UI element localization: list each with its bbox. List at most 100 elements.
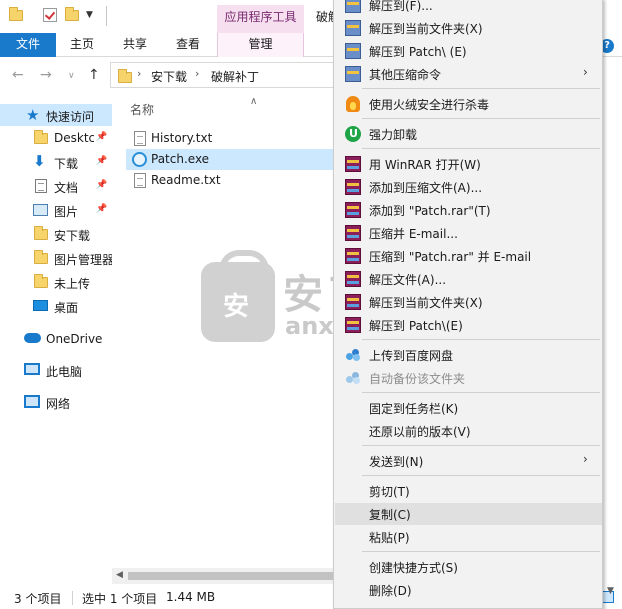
recent-locations-chevron-icon[interactable]: ∨ xyxy=(68,71,75,81)
file-row[interactable]: History.txt xyxy=(126,128,335,149)
menu-item-force-uninstall[interactable]: 强力卸载 xyxy=(335,123,602,145)
context-menu: 解压到(F)... 解压到当前文件夹(X) 解压到 Patch\ (E) 其他压… xyxy=(333,0,603,609)
scroll-down-arrow-icon[interactable]: ▼ xyxy=(607,586,614,596)
properties-check-icon[interactable] xyxy=(42,7,58,23)
customize-quick-access-dropdown-icon[interactable]: ▼ xyxy=(86,10,93,20)
vertical-scrollbar[interactable]: ▼ xyxy=(603,92,622,596)
menu-item-paste[interactable]: 粘贴(P) xyxy=(335,526,602,548)
nav-item-not-uploaded[interactable]: 未上传 xyxy=(0,271,112,293)
menu-item-compress-to-patch-rar-email[interactable]: 压缩到 "Patch.rar" 并 E-mail xyxy=(335,245,602,267)
pin-icon: 📌 xyxy=(96,180,108,190)
menu-item-copy[interactable]: 复制(C) xyxy=(335,503,602,525)
menu-item-label: 发送到(N) xyxy=(369,455,424,469)
onedrive-icon xyxy=(24,333,41,343)
nav-item-pictures[interactable]: 图片 📌 xyxy=(0,199,112,221)
menu-item-delete[interactable]: 删除(D) xyxy=(335,579,602,601)
nav-label: 网络 xyxy=(46,397,71,411)
menu-item-add-to-archive[interactable]: 添加到压缩文件(A)... xyxy=(335,176,602,198)
winrar-icon xyxy=(345,248,361,264)
menu-item-label: 解压到(F)... xyxy=(369,0,433,13)
nav-item-downloads[interactable]: ⬇ 下载 📌 xyxy=(0,151,112,173)
menu-item-label: 用 WinRAR 打开(W) xyxy=(369,158,481,172)
menu-item-label: 解压到 Patch\(E) xyxy=(369,319,463,333)
menu-separator xyxy=(362,445,600,446)
tab-share[interactable]: 共享 xyxy=(123,33,147,57)
file-name: Readme.txt xyxy=(151,173,221,187)
menu-item-other-compress-commands[interactable]: 其他压缩命令 › xyxy=(335,63,602,85)
chevron-right-icon[interactable]: › xyxy=(137,67,141,80)
nav-item-this-pc[interactable]: 此电脑 xyxy=(0,359,112,381)
status-separator xyxy=(72,591,73,605)
folder-icon xyxy=(117,69,133,83)
menu-item-extract-here[interactable]: 解压到当前文件夹(X) xyxy=(335,17,602,39)
document-icon xyxy=(35,179,47,193)
uninstall-icon xyxy=(345,126,361,142)
menu-item-extract-files[interactable]: 解压文件(A)... xyxy=(335,268,602,290)
back-arrow-icon[interactable]: ← xyxy=(12,67,24,83)
menu-item-huorong-scan[interactable]: 使用火绒安全进行杀毒 xyxy=(335,93,602,115)
column-header-name[interactable]: 名称 xyxy=(130,101,154,118)
menu-item-send-to[interactable]: 发送到(N) › xyxy=(335,450,602,472)
winrar-icon xyxy=(345,294,361,310)
menu-item-open-with-winrar[interactable]: 用 WinRAR 打开(W) xyxy=(335,153,602,175)
nav-item-desktop-folder[interactable]: 桌面 xyxy=(0,295,112,317)
menu-item-extract-to-patch-folder[interactable]: 解压到 Patch\(E) xyxy=(335,314,602,336)
menu-item-label: 粘贴(P) xyxy=(369,531,410,545)
horizontal-scrollbar[interactable]: ◀ xyxy=(112,568,335,584)
network-icon xyxy=(24,395,40,408)
nav-item-anxiazai[interactable]: 安下载 xyxy=(0,223,112,245)
tab-home[interactable]: 主页 xyxy=(70,33,94,57)
menu-item-upload-baidu[interactable]: 上传到百度网盘 xyxy=(335,344,602,366)
contextual-tab-app-tools: 应用程序工具 xyxy=(217,5,304,33)
nav-item-quick-access[interactable]: ★ 快速访问 xyxy=(0,104,112,126)
tab-view[interactable]: 查看 xyxy=(176,33,200,57)
menu-item-label: 自动备份该文件夹 xyxy=(369,372,466,386)
menu-item-create-shortcut[interactable]: 创建快捷方式(S) xyxy=(335,556,602,578)
scroll-left-arrow-icon[interactable]: ◀ xyxy=(116,570,123,580)
navigation-pane: ★ 快速访问 Desktc 📌 ⬇ 下载 📌 文档 📌 图片 📌 安下载 图片管… xyxy=(0,96,114,586)
menu-item-extract-to-folder[interactable]: 解压到 Patch\ (E) xyxy=(335,40,602,62)
file-name: History.txt xyxy=(151,131,213,145)
zip-icon xyxy=(345,43,361,59)
address-bar[interactable]: › 安下载 › 破解补丁 xyxy=(110,62,340,88)
winrar-icon xyxy=(345,271,361,287)
zip-icon xyxy=(345,66,361,82)
tab-manage[interactable]: 管理 xyxy=(217,33,304,57)
file-name: Patch.exe xyxy=(151,152,210,166)
menu-item-pin-to-taskbar[interactable]: 固定到任务栏(K) xyxy=(335,397,602,419)
breadcrumb-item[interactable]: 破解补丁 xyxy=(211,68,259,85)
menu-item-compress-and-email[interactable]: 压缩并 E-mail... xyxy=(335,222,602,244)
menu-item-extract-to[interactable]: 解压到(F)... xyxy=(335,0,602,16)
tab-file[interactable]: 文件 xyxy=(0,33,56,57)
winrar-icon xyxy=(345,202,361,218)
file-row[interactable]: Readme.txt xyxy=(126,170,335,191)
up-arrow-icon[interactable]: ↑ xyxy=(88,67,100,83)
menu-item-restore-previous-versions[interactable]: 还原以前的版本(V) xyxy=(335,420,602,442)
submenu-arrow-icon: › xyxy=(583,452,588,466)
this-pc-icon xyxy=(24,363,40,375)
folder-icon xyxy=(33,250,49,266)
pin-icon: 📌 xyxy=(96,156,108,166)
menu-item-add-to-patch-rar[interactable]: 添加到 "Patch.rar"(T) xyxy=(335,199,602,221)
menu-item-label: 添加到压缩文件(A)... xyxy=(369,181,483,195)
new-folder-icon[interactable] xyxy=(64,7,80,23)
status-item-count: 3 个项目 xyxy=(14,592,62,606)
nav-item-desktop[interactable]: Desktc 📌 xyxy=(0,127,112,149)
breadcrumb-item[interactable]: 安下载 xyxy=(151,68,187,85)
chevron-right-icon[interactable]: › xyxy=(195,67,199,80)
menu-item-cut[interactable]: 剪切(T) xyxy=(335,480,602,502)
desktop-icon xyxy=(33,300,48,311)
file-row[interactable]: Patch.exe xyxy=(126,149,335,170)
nav-item-picture-manager[interactable]: 图片管理器 xyxy=(0,247,114,269)
scrollbar-thumb[interactable] xyxy=(128,572,335,580)
status-selection: 选中 1 个项目 xyxy=(82,592,158,606)
folder-icon xyxy=(33,130,49,146)
nav-item-onedrive[interactable]: OneDrive xyxy=(0,328,112,350)
baidu-netdisk-icon xyxy=(345,370,361,386)
forward-arrow-icon[interactable]: → xyxy=(40,67,52,83)
folder-icon[interactable] xyxy=(8,7,24,23)
nav-item-network[interactable]: 网络 xyxy=(0,391,112,413)
menu-item-extract-here-winrar[interactable]: 解压到当前文件夹(X) xyxy=(335,291,602,313)
zip-icon xyxy=(345,0,361,13)
nav-item-documents[interactable]: 文档 📌 xyxy=(0,175,112,197)
